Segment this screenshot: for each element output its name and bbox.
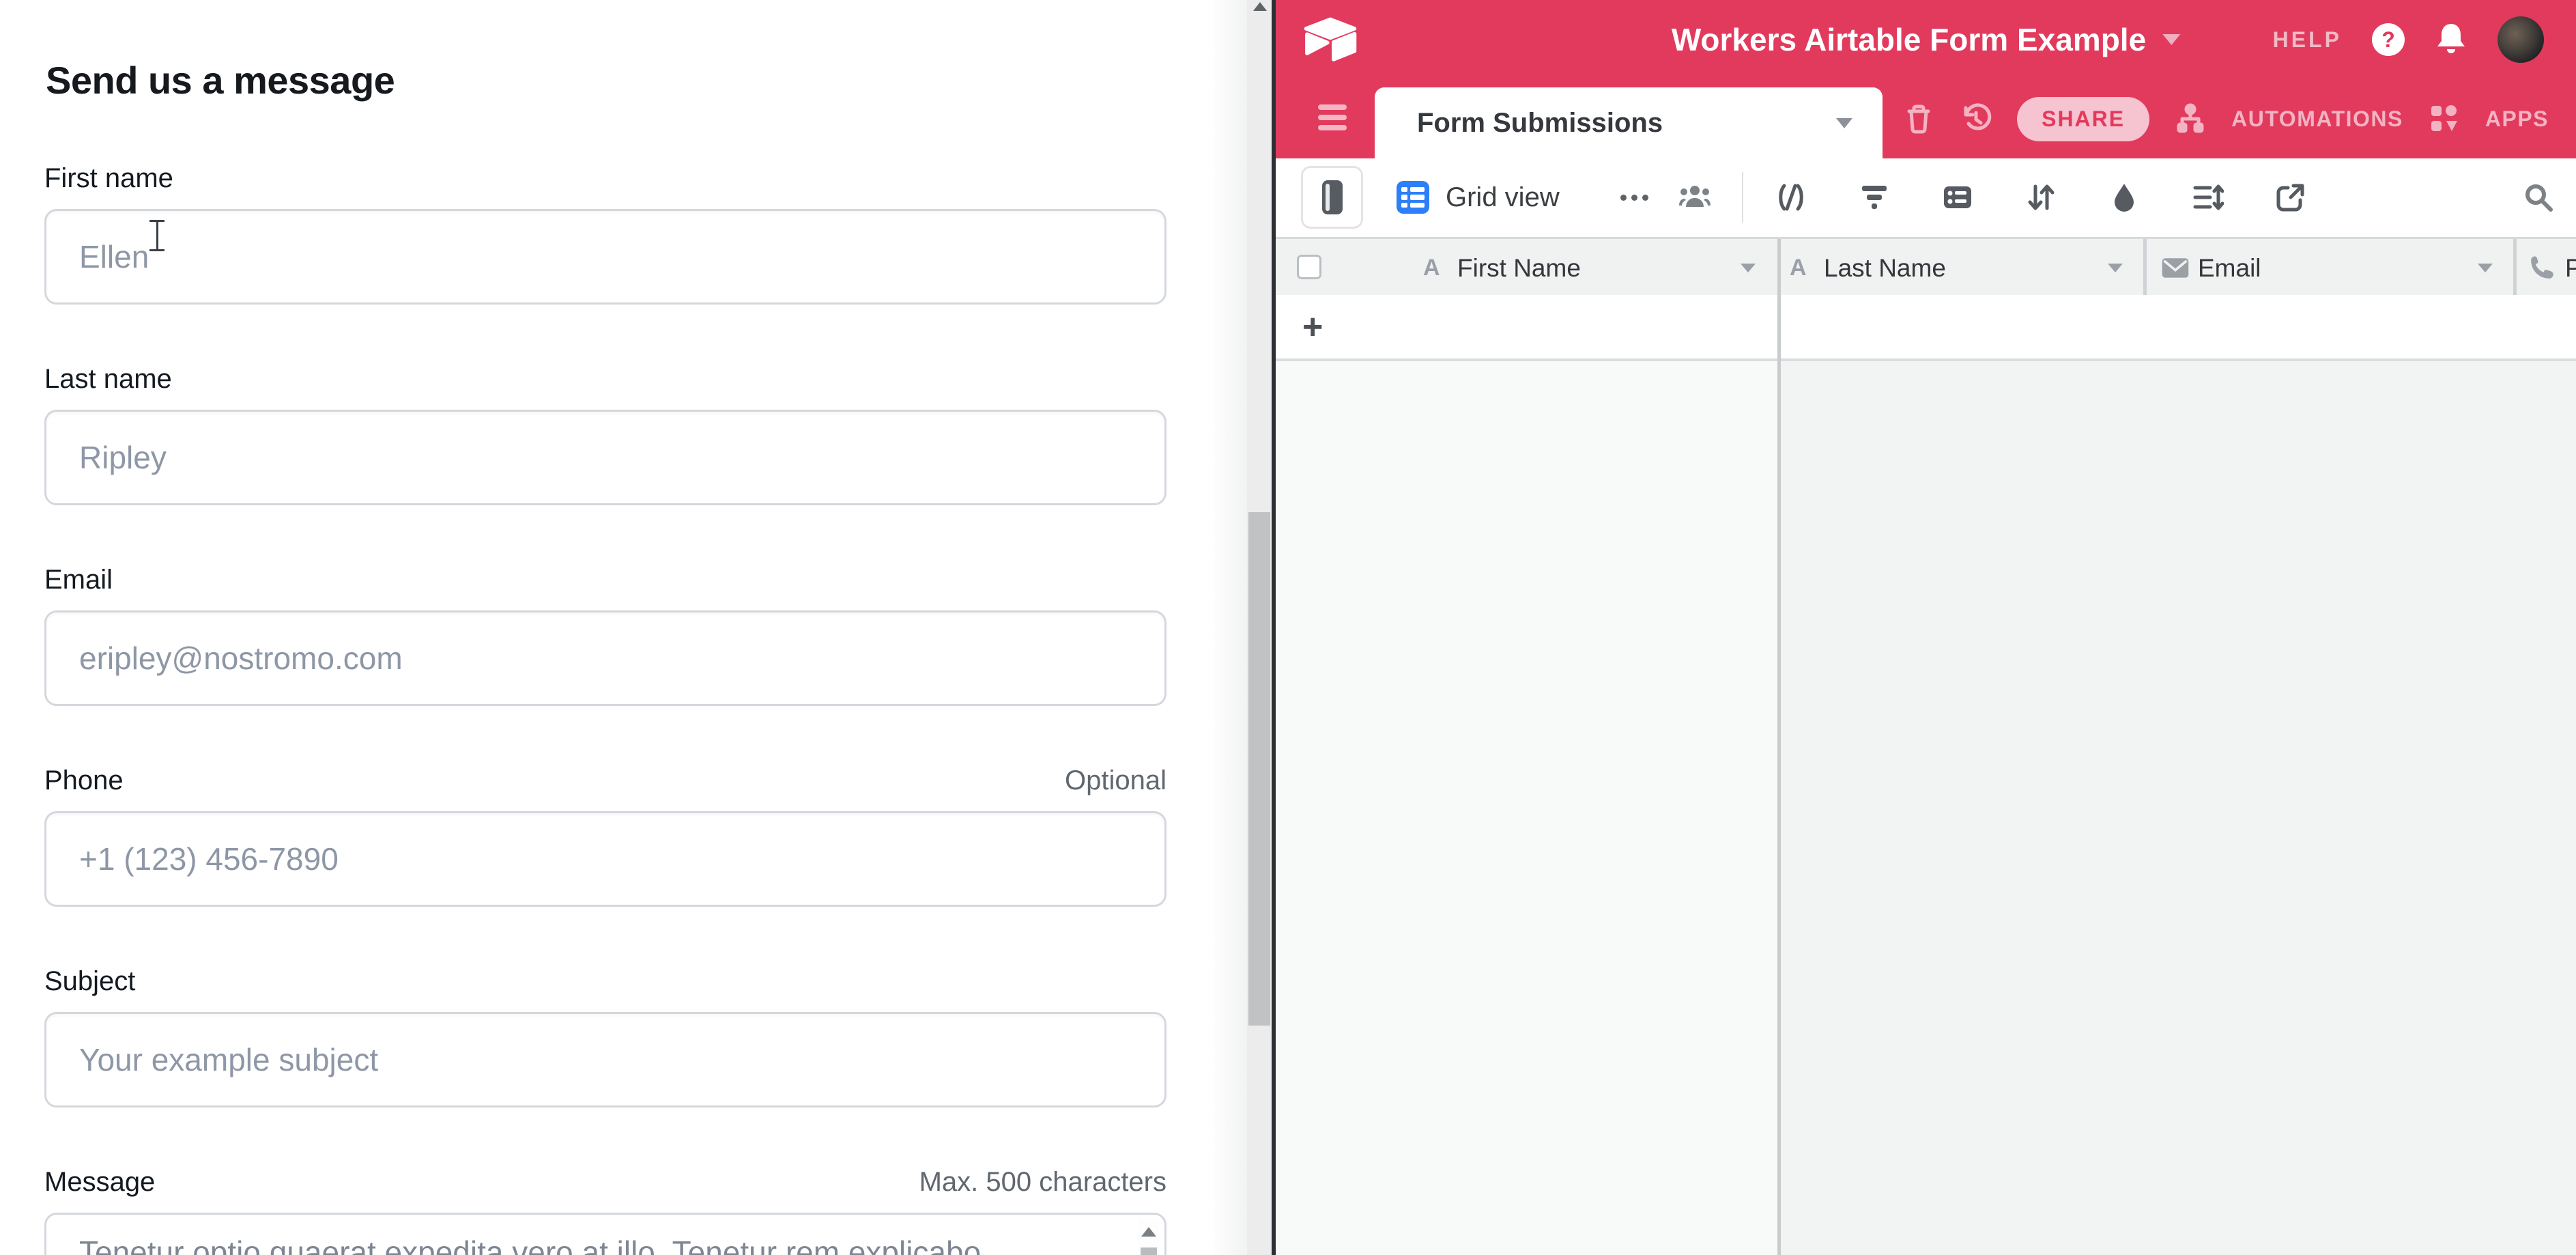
airtable-logo-icon[interactable] xyxy=(1302,14,1358,64)
subject-input[interactable] xyxy=(44,1012,1167,1108)
view-options-dots-icon[interactable] xyxy=(1620,158,1648,237)
page-scrollbar-thumb[interactable] xyxy=(1248,512,1270,1026)
airtable-topbar: Workers Airtable Form Example HELP ? xyxy=(1276,0,2576,79)
email-label: Email xyxy=(44,565,113,595)
phone-optional-hint: Optional xyxy=(1065,765,1167,796)
airtable-pane: Workers Airtable Form Example HELP ? For… xyxy=(1276,0,2576,1255)
first-name-input[interactable] xyxy=(44,209,1167,305)
hide-fields-icon[interactable] xyxy=(1775,181,1807,214)
tab-chevron-down-icon xyxy=(1836,118,1852,128)
table-empty-area xyxy=(1779,361,2576,1255)
column-header-email[interactable]: Email xyxy=(2198,239,2261,297)
share-view-icon[interactable] xyxy=(2274,181,2307,214)
column-menu-chevron-icon[interactable] xyxy=(1741,264,1756,272)
table-add-row: + xyxy=(1276,295,2576,361)
search-icon[interactable] xyxy=(2522,181,2555,214)
primary-column-divider xyxy=(1777,239,1781,1255)
column-header-first-name[interactable]: First Name xyxy=(1457,239,1581,297)
phone-field-type-icon xyxy=(2527,254,2557,281)
collaborators-icon[interactable] xyxy=(1678,181,1711,214)
message-text: Tenetur optio quaerat expedita vero at i… xyxy=(79,1234,981,1255)
page-title: Send us a message xyxy=(46,58,395,102)
sort-icon[interactable] xyxy=(2024,181,2057,214)
add-record-button[interactable]: + xyxy=(1302,295,1323,358)
select-all-checkbox[interactable] xyxy=(1297,255,1321,279)
column-menu-chevron-icon[interactable] xyxy=(2108,264,2123,272)
subject-group: Subject xyxy=(44,964,1167,1108)
email-field-type-icon xyxy=(2160,254,2190,281)
automations-button[interactable]: AUTOMATIONS xyxy=(2231,107,2403,132)
contact-form-pane: Send us a message First name Last name E… xyxy=(0,0,1214,1255)
view-toolbar: Grid view xyxy=(1276,158,2576,237)
text-field-type-icon: A xyxy=(1423,239,1440,297)
table-tabs-bar: Form Submissions SHARE xyxy=(1276,79,2576,158)
view-name-button[interactable]: Grid view xyxy=(1446,158,1560,237)
grid-view-icon xyxy=(1397,181,1429,214)
phone-label: Phone xyxy=(44,765,124,796)
message-scrollbar-thumb[interactable] xyxy=(1141,1247,1157,1255)
column-header-phone[interactable]: Phone xyxy=(2565,239,2576,297)
subject-label: Subject xyxy=(44,966,135,997)
history-icon[interactable] xyxy=(1960,102,1992,135)
row-height-icon[interactable] xyxy=(2191,181,2224,214)
message-group: Message Max. 500 characters xyxy=(44,1165,1167,1213)
message-maxchars-hint: Max. 500 characters xyxy=(919,1167,1167,1198)
views-sidebar-toggle-button[interactable] xyxy=(1301,166,1363,229)
last-name-label: Last name xyxy=(44,364,172,395)
base-title-menu[interactable]: Workers Airtable Form Example xyxy=(1672,0,2180,79)
text-cursor-icon xyxy=(148,220,166,251)
page-scroll-up-arrow-icon[interactable] xyxy=(1253,2,1267,11)
group-icon[interactable] xyxy=(1941,181,1974,214)
scroll-up-arrow-icon[interactable] xyxy=(1141,1227,1156,1237)
table-empty-area xyxy=(1276,361,1779,1255)
automations-icon[interactable] xyxy=(2174,102,2207,135)
notifications-bell-icon[interactable] xyxy=(2435,22,2467,57)
phone-group: Phone Optional xyxy=(44,763,1167,907)
trash-icon[interactable] xyxy=(1902,102,1935,135)
column-separator[interactable] xyxy=(2143,239,2147,297)
tab-form-submissions[interactable]: Form Submissions xyxy=(1375,87,1883,158)
text-field-type-icon: A xyxy=(1790,239,1807,297)
column-menu-chevron-icon[interactable] xyxy=(2478,264,2493,272)
message-textarea[interactable]: Tenetur optio quaerat expedita vero at i… xyxy=(44,1213,1167,1255)
apps-icon[interactable] xyxy=(2428,102,2461,135)
help-question-icon[interactable]: ? xyxy=(2372,23,2405,56)
column-separator[interactable] xyxy=(2513,239,2517,297)
phone-input[interactable] xyxy=(44,811,1167,907)
email-input[interactable] xyxy=(44,610,1167,706)
message-label: Message xyxy=(44,1167,155,1198)
email-group: Email xyxy=(44,563,1167,706)
table-header-row: A First Name A Last Name Email Phone xyxy=(1276,237,2576,299)
help-button[interactable]: HELP xyxy=(2273,27,2342,53)
screenshot-root: Send us a message First name Last name E… xyxy=(0,0,2576,1255)
tables-menu-icon[interactable] xyxy=(1318,104,1347,135)
share-button[interactable]: SHARE xyxy=(2017,97,2149,141)
apps-button[interactable]: APPS xyxy=(2485,107,2549,132)
sidebar-panel-icon xyxy=(1322,180,1343,214)
chevron-down-icon xyxy=(2162,34,2180,45)
color-icon[interactable] xyxy=(2108,181,2141,214)
first-name-group: First name xyxy=(44,161,1167,305)
user-avatar[interactable] xyxy=(2498,16,2544,63)
filter-icon[interactable] xyxy=(1858,181,1891,214)
tab-label: Form Submissions xyxy=(1417,108,1663,139)
last-name-group: Last name xyxy=(44,362,1167,505)
first-name-label: First name xyxy=(44,163,173,194)
toolbar-divider xyxy=(1742,172,1743,223)
message-scrollbar[interactable] xyxy=(1139,1219,1159,1255)
last-name-input[interactable] xyxy=(44,410,1167,505)
column-header-last-name[interactable]: Last Name xyxy=(1824,239,1946,297)
base-title: Workers Airtable Form Example xyxy=(1672,21,2146,58)
